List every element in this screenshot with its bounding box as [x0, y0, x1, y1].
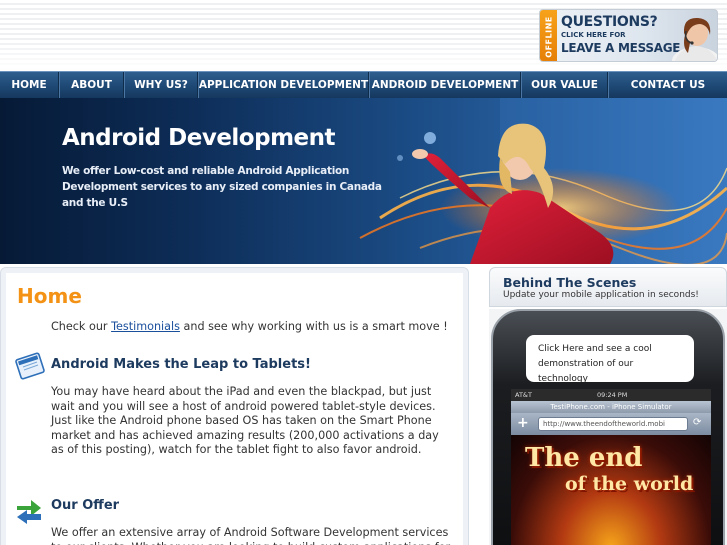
- section-body-tablets: You may have heard about the iPad and ev…: [51, 385, 439, 456]
- sidebar-title: Behind The Scenes: [503, 275, 637, 290]
- leave-message-label: LEAVE A MESSAGE: [561, 41, 681, 55]
- url-field[interactable]: http://www.theendoftheworld.mobi: [538, 417, 688, 431]
- carrier-label: AT&T: [515, 391, 532, 399]
- phone-demo-area: Click Here and see a cool demonstration …: [489, 309, 727, 545]
- leave-message-badge[interactable]: OFFLINE QUESTIONS? CLICK HERE FOR LEAVE …: [539, 9, 718, 62]
- testimonials-link[interactable]: Testimonials: [111, 320, 180, 333]
- nav-our-value[interactable]: OUR VALUE: [521, 72, 608, 98]
- demo-page-content[interactable]: The end of the world: [511, 435, 711, 545]
- nav-application-development[interactable]: APPLICATION DEVELOPMENT: [198, 72, 369, 98]
- hero-title: Android Development: [62, 125, 336, 151]
- intro-prefix: Check our: [51, 320, 112, 333]
- section-heading-tablets: Android Makes the Leap to Tablets!: [51, 357, 311, 372]
- hero-subtitle: We offer Low-cost and reliable Android A…: [62, 165, 382, 209]
- nav-why-us[interactable]: WHY US?: [124, 72, 198, 98]
- sidebar-subtitle: Update your mobile application in second…: [503, 290, 699, 300]
- offline-label: OFFLINE: [544, 15, 553, 58]
- nav-home[interactable]: HOME: [0, 72, 59, 98]
- nav-contact-us[interactable]: CONTACT US: [608, 72, 727, 98]
- section-body-offer: We offer an extensive array of Android S…: [51, 526, 450, 545]
- demo-callout[interactable]: Click Here and see a cool demonstration …: [526, 335, 694, 384]
- phone-screen: AT&T 09:24 PM TestiPhone.com - iPhone Si…: [511, 389, 711, 545]
- page-title: Home: [17, 284, 82, 308]
- click-here-label: CLICK HERE FOR: [561, 31, 626, 39]
- demo-headline-line1: The end: [525, 443, 643, 473]
- intro-suffix: and see why working with us is a smart m…: [179, 320, 448, 333]
- questions-label: QUESTIONS?: [561, 14, 658, 30]
- intro-text: Check our Testimonials and see why worki…: [51, 320, 448, 335]
- status-time: 09:24 PM: [597, 391, 628, 399]
- offline-tab: OFFLINE: [540, 10, 557, 61]
- browser-title: TestiPhone.com - iPhone Simulator: [511, 401, 711, 413]
- phone-frame: Click Here and see a cool demonstration …: [491, 309, 725, 545]
- tablet-window-icon: [15, 352, 45, 380]
- support-agent-icon: [672, 17, 717, 61]
- exchange-arrows-icon: [17, 500, 41, 524]
- section-heading-offer: Our Offer: [51, 498, 120, 513]
- browser-address-bar: + http://www.theendoftheworld.mobi ⟳: [511, 413, 711, 435]
- main-nav: HOME ABOUT WHY US? APPLICATION DEVELOPME…: [0, 71, 727, 98]
- nav-android-development[interactable]: ANDROID DEVELOPMENT: [369, 72, 521, 98]
- nav-about[interactable]: ABOUT: [59, 72, 124, 98]
- reload-icon[interactable]: ⟳: [693, 417, 701, 428]
- add-bookmark-icon[interactable]: +: [517, 415, 529, 431]
- demo-headline-line2: of the world: [565, 473, 694, 495]
- sidebar-header: Behind The Scenes Update your mobile app…: [489, 267, 727, 307]
- phone-status-bar: AT&T 09:24 PM: [511, 389, 711, 401]
- hero-banner: Android Development We offer Low-cost an…: [0, 98, 727, 264]
